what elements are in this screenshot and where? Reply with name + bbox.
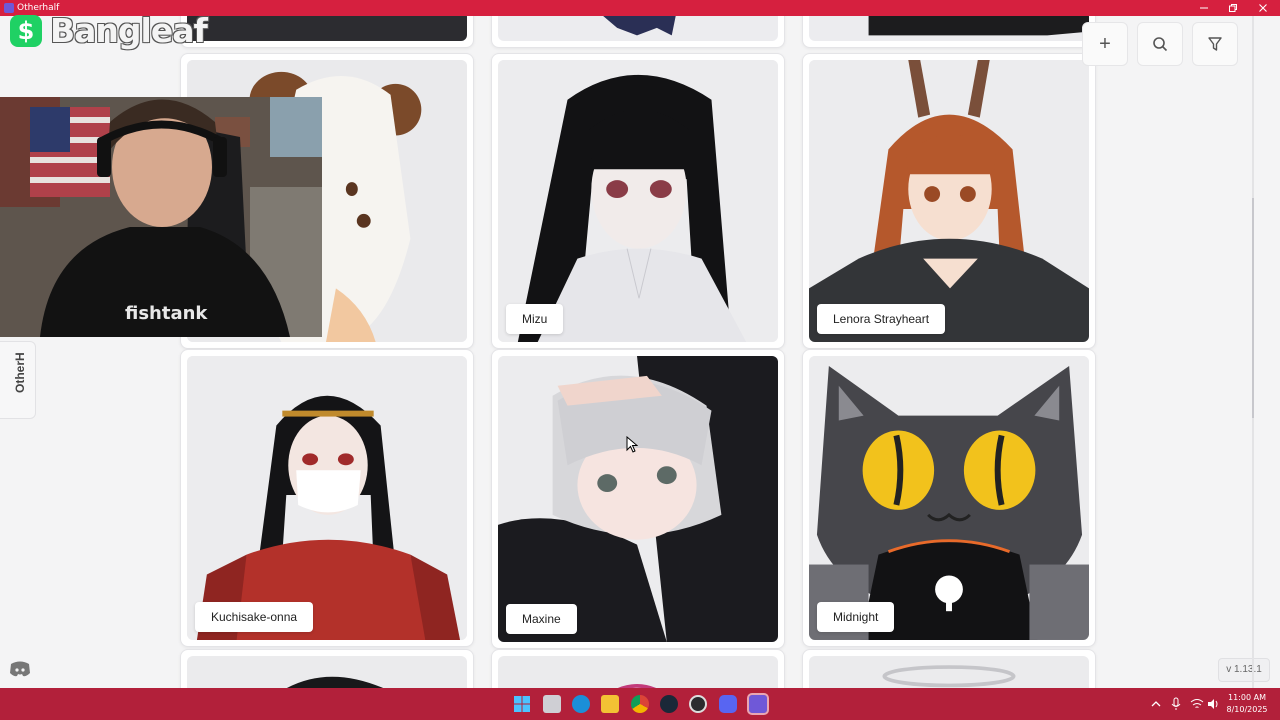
close-button[interactable] <box>1248 0 1278 16</box>
character-name: Midnight <box>817 602 895 632</box>
character-name: Maxine <box>506 604 577 634</box>
cash-app-icon: $ <box>10 14 42 47</box>
character-portrait <box>498 356 778 642</box>
otherhalf-taskbar-icon[interactable] <box>747 693 769 715</box>
webcam-overlay: fishtank <box>0 97 322 337</box>
edge-icon[interactable] <box>572 695 590 713</box>
steam-icon[interactable] <box>660 695 678 713</box>
character-card[interactable]: Midnight <box>802 349 1096 647</box>
close-icon <box>1259 4 1267 12</box>
scrollbar-thumb[interactable] <box>1252 198 1254 418</box>
shirt-text: fishtank <box>125 303 208 324</box>
restore-icon <box>1229 4 1237 12</box>
character-card-partial-top[interactable] <box>802 16 1096 48</box>
chrome-icon[interactable] <box>631 695 649 713</box>
discord-icon <box>10 661 30 677</box>
volume-icon[interactable] <box>1206 697 1220 711</box>
clock-time: 11:00 AM <box>1228 693 1266 702</box>
taskbar: 11:00 AM 8/10/2025 <box>0 688 1280 720</box>
system-clock[interactable]: 11:00 AM 8/10/2025 <box>1222 692 1272 716</box>
discord-button[interactable] <box>8 659 32 679</box>
start-button[interactable] <box>513 695 531 713</box>
character-card-partial-top[interactable] <box>491 16 785 48</box>
discord-taskbar-icon[interactable] <box>719 695 737 713</box>
streamer-name: Bangleaf <box>50 11 208 50</box>
character-name: Mizu <box>506 304 564 334</box>
character-portrait <box>187 356 467 640</box>
character-card[interactable]: Kuchisake-onna <box>180 349 474 647</box>
plus-icon: + <box>1099 33 1111 55</box>
clock-date: 8/10/2025 <box>1226 705 1268 714</box>
character-card[interactable]: Mizu <box>491 53 785 349</box>
character-card[interactable]: Maxine <box>491 349 785 649</box>
character-portrait <box>809 356 1089 640</box>
character-card-partial-bottom[interactable] <box>491 649 785 688</box>
task-view-icon[interactable] <box>543 695 561 713</box>
search-button[interactable] <box>1137 22 1183 66</box>
cursor-icon <box>626 436 638 453</box>
character-card-partial-bottom[interactable] <box>180 649 474 688</box>
microphone-icon[interactable] <box>1170 697 1182 711</box>
chevron-up-icon[interactable] <box>1150 697 1162 711</box>
character-portrait <box>809 60 1089 342</box>
character-name: Lenora Strayheart <box>817 304 946 334</box>
file-explorer-icon[interactable] <box>601 695 619 713</box>
minimize-button[interactable] <box>1189 0 1219 16</box>
wifi-icon[interactable] <box>1190 697 1204 711</box>
character-card-partial-top[interactable] <box>180 16 474 48</box>
stream-overlay-logo: $ Bangleaf <box>10 11 208 50</box>
version-badge: v 1.13.1 <box>1218 658 1270 682</box>
search-icon <box>1153 37 1168 52</box>
sidebar-label: OtherH <box>13 352 27 393</box>
restore-button[interactable] <box>1218 0 1248 16</box>
filter-icon <box>1208 37 1222 51</box>
windows-icon <box>514 696 530 712</box>
filter-button[interactable] <box>1192 22 1238 66</box>
character-name: Kuchisake-onna <box>195 602 314 632</box>
character-card-partial-bottom[interactable] <box>802 649 1096 688</box>
character-card[interactable]: Lenora Strayheart <box>802 53 1096 349</box>
minimize-icon <box>1200 7 1208 9</box>
obs-icon[interactable] <box>689 695 707 713</box>
add-button[interactable]: + <box>1082 22 1128 66</box>
character-portrait <box>498 60 778 342</box>
